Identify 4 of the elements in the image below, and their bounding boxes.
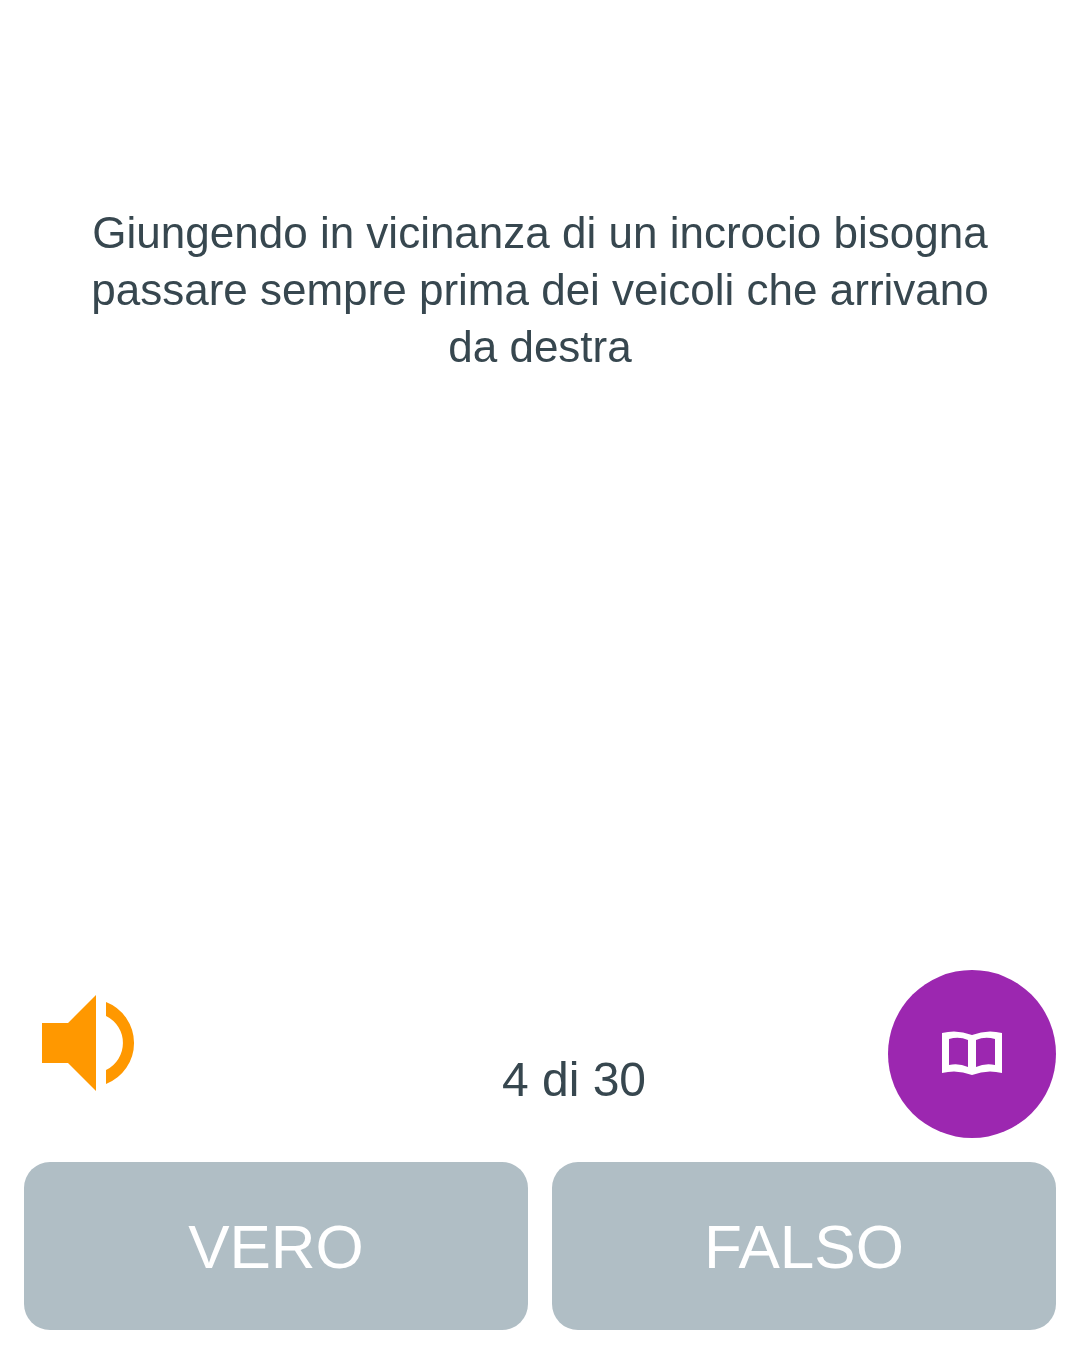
question-text: Giungendo in vicinanza di un incrocio bisogna passare sempre prima dei veicoli che arrivano da destra xyxy=(90,207,990,373)
answer-button[interactable]: VERO xyxy=(24,1162,528,1330)
question-counter: 4 di 30 xyxy=(501,1052,647,1108)
answer-button[interactable]: FALSO xyxy=(552,1162,1056,1330)
